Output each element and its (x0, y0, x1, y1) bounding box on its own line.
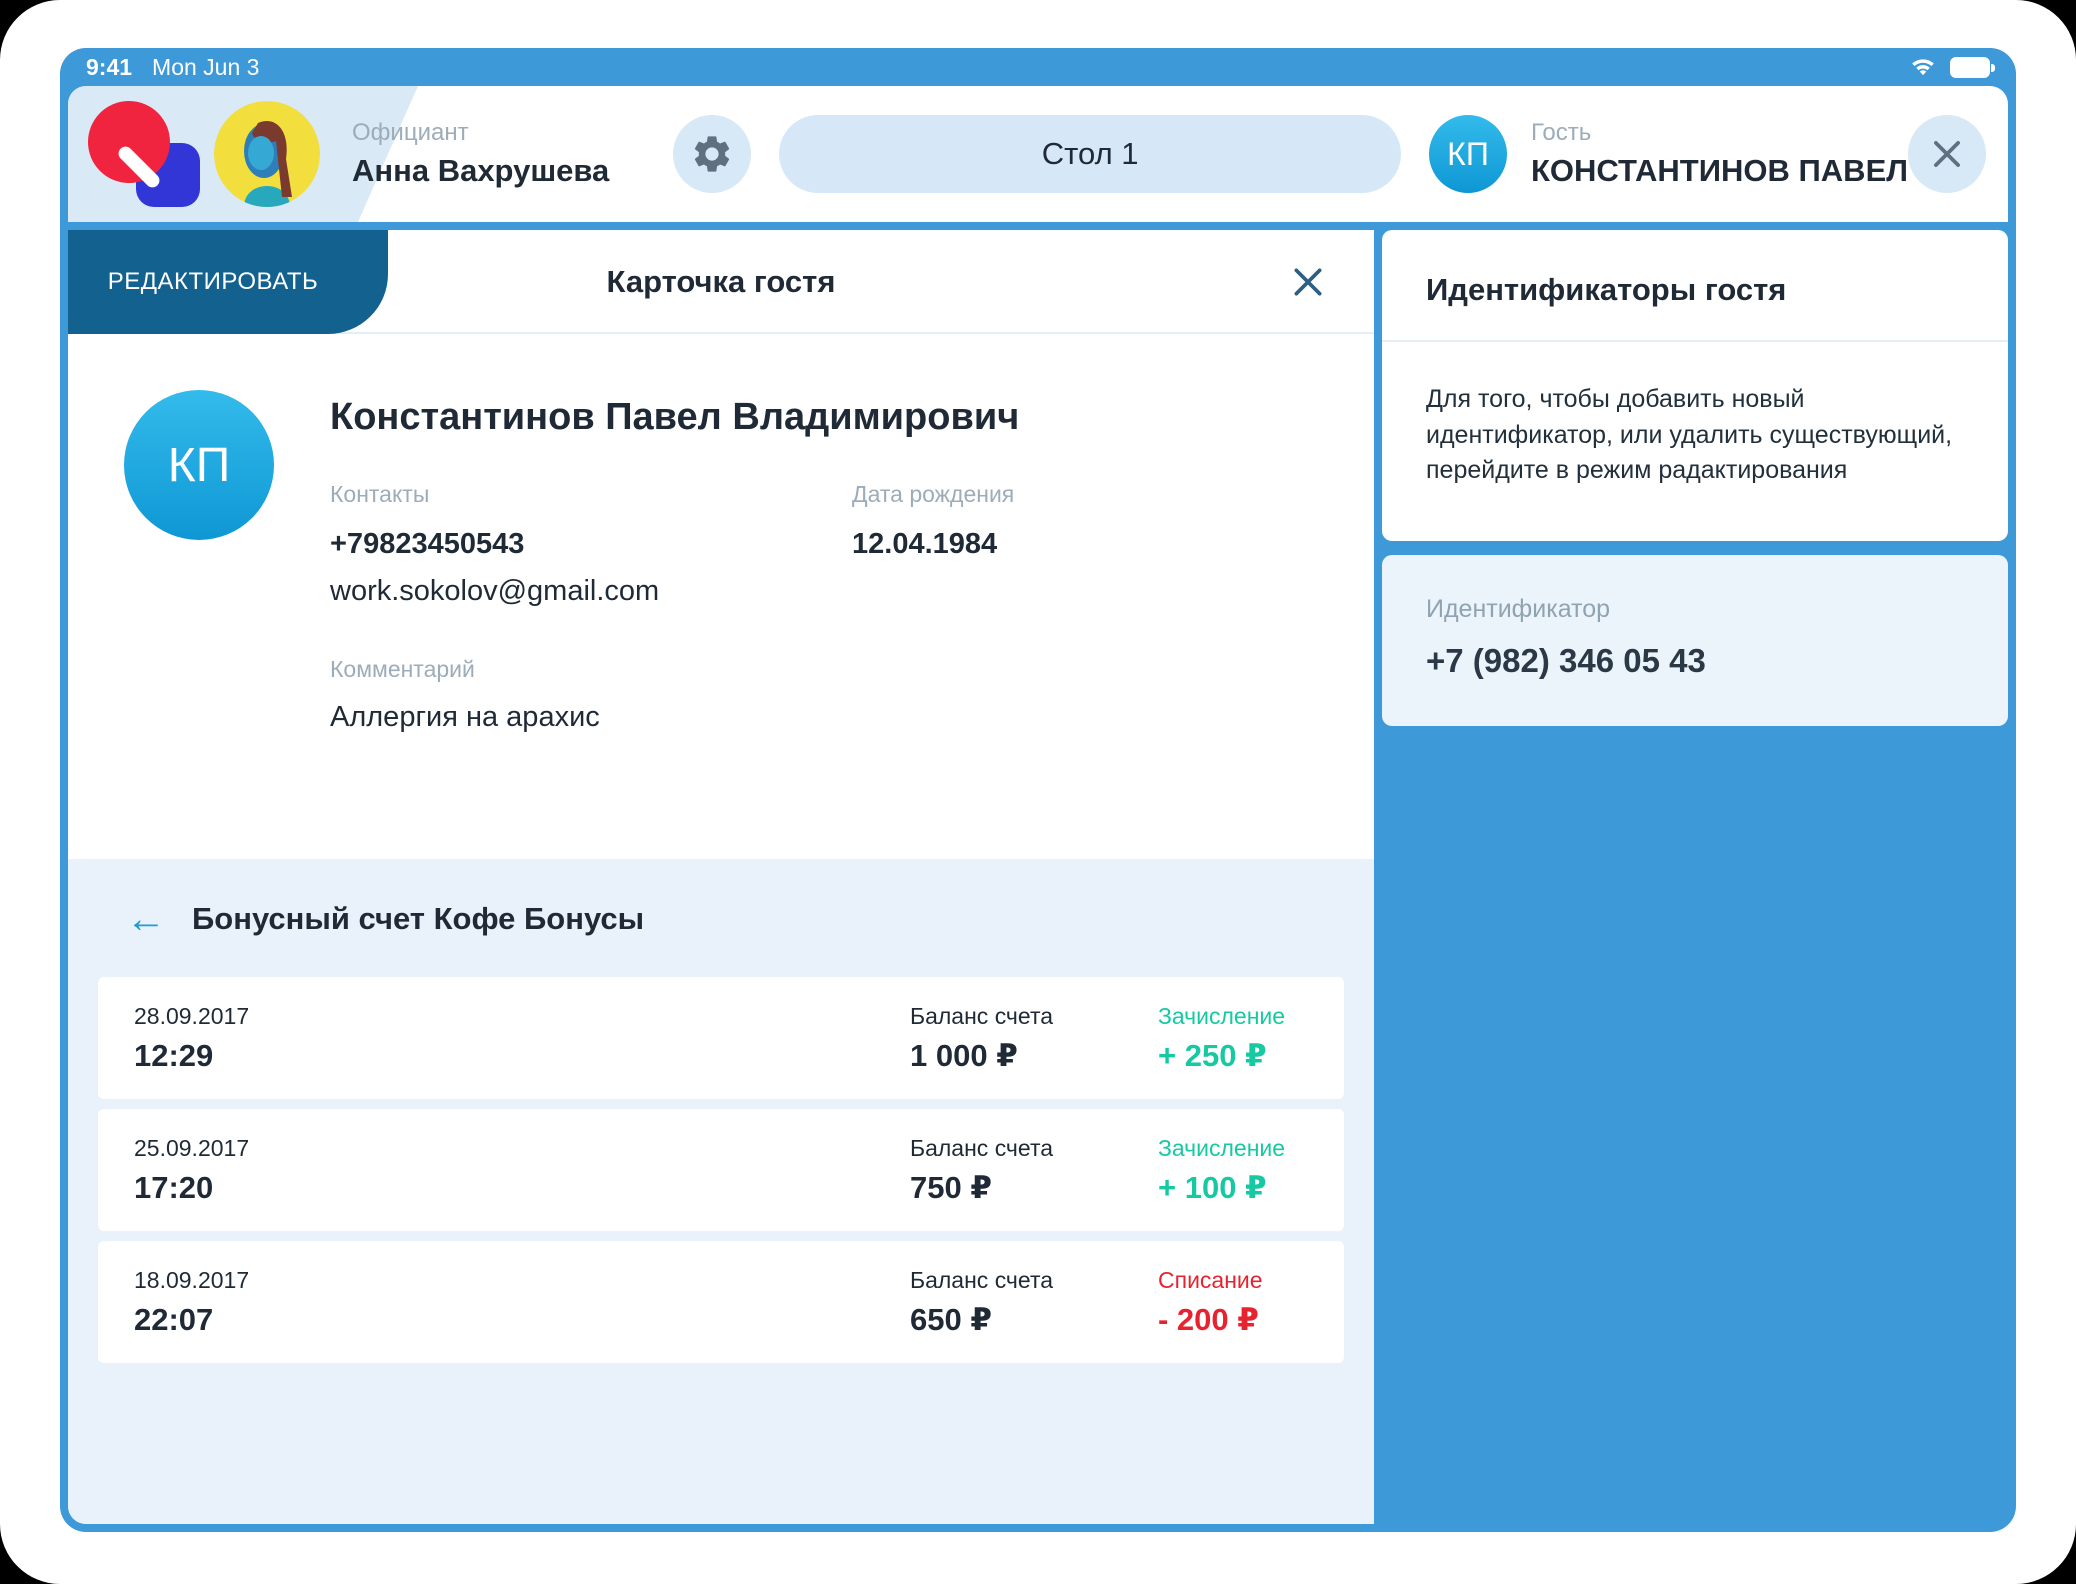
comment-label: Комментарий (330, 656, 1019, 683)
operation-label: Списание (1158, 1267, 1308, 1294)
transaction-time: 12:29 (134, 1038, 910, 1074)
identifier-label: Идентификатор (1426, 595, 1964, 624)
header-close-button[interactable] (1908, 115, 1986, 193)
birth-date-label: Дата рождения (852, 481, 1014, 508)
identifiers-card: Идентификаторы гостя Для того, чтобы доб… (1382, 230, 2008, 541)
gear-icon (690, 132, 734, 176)
balance-label: Баланс счета (910, 1003, 1158, 1030)
edit-button[interactable]: РЕДАКТИРОВАТЬ (68, 230, 388, 334)
identifier-value: +7 (982) 346 05 43 (1426, 642, 1964, 680)
settings-button[interactable] (673, 115, 751, 193)
guest-avatar[interactable]: КП (1429, 115, 1507, 193)
identifier-item[interactable]: Идентификатор +7 (982) 346 05 43 (1382, 555, 2008, 726)
close-icon (1288, 262, 1332, 302)
content-area: РЕДАКТИРОВАТЬ Карточка гостя КП Констант… (68, 230, 2008, 1524)
battery-icon (1950, 57, 1990, 78)
transaction-row[interactable]: 18.09.2017 22:07 Баланс счета 650 ₽ Спис… (98, 1241, 1344, 1363)
transaction-date: 25.09.2017 (134, 1135, 910, 1162)
header: Официант Анна Вахрушева Стол 1 КП Гость … (68, 86, 2008, 222)
logo-circle-shape (88, 101, 170, 183)
transaction-row[interactable]: 25.09.2017 17:20 Баланс счета 750 ₽ Зачи… (98, 1109, 1344, 1231)
guest-card-avatar: КП (124, 390, 274, 540)
identifiers-title: Идентификаторы гостя (1382, 230, 2008, 342)
guest-birth-date: 12.04.1984 (852, 528, 1014, 561)
guest-full-name: Константинов Павел Владимирович (330, 396, 1019, 439)
balance-label: Баланс счета (910, 1267, 1158, 1294)
transaction-row[interactable]: 28.09.2017 12:29 Баланс счета 1 000 ₽ За… (98, 977, 1344, 1099)
table-button[interactable]: Стол 1 (779, 115, 1401, 193)
guest-info: Гость КОНСТАНТИНОВ ПАВЕЛ (1531, 119, 1908, 189)
bonus-title: Бонусный счет Кофе Бонусы (192, 901, 644, 937)
app-window: 9:41 Mon Jun 3 (60, 48, 2016, 1532)
close-icon (1928, 135, 1966, 173)
guest-label: Гость (1531, 119, 1908, 147)
balance-value: 750 ₽ (910, 1170, 1158, 1206)
identifiers-description: Для того, чтобы добавить новый идентифик… (1382, 342, 2008, 541)
status-bar: 9:41 Mon Jun 3 (60, 48, 2016, 86)
guest-card-close-button[interactable] (1288, 260, 1332, 304)
wifi-icon (1908, 55, 1938, 79)
operation-label: Зачисление (1158, 1003, 1308, 1030)
guest-name: КОНСТАНТИНОВ ПАВЕЛ (1531, 153, 1908, 189)
guest-info-section: КП Константинов Павел Владимирович Конта… (68, 334, 1374, 859)
transaction-date: 28.09.2017 (134, 1003, 910, 1030)
operation-amount: + 250 ₽ (1158, 1038, 1308, 1074)
transaction-time: 22:07 (134, 1302, 910, 1338)
balance-value: 1 000 ₽ (910, 1038, 1158, 1074)
operation-label: Зачисление (1158, 1135, 1308, 1162)
bonus-section: ← Бонусный счет Кофе Бонусы 28.09.2017 1… (68, 859, 1374, 1524)
guest-email: work.sokolov@gmail.com (330, 575, 852, 608)
waiter-name: Анна Вахрушева (352, 153, 609, 189)
app-logo-icon[interactable] (88, 101, 200, 207)
identifiers-panel: Идентификаторы гостя Для того, чтобы доб… (1382, 230, 2008, 1524)
status-date: Mon Jun 3 (152, 54, 259, 81)
guest-card-header: РЕДАКТИРОВАТЬ Карточка гостя (68, 230, 1374, 334)
waiter-avatar[interactable] (214, 101, 320, 207)
operation-amount: + 100 ₽ (1158, 1170, 1308, 1206)
device-screen: 9:41 Mon Jun 3 (0, 0, 2076, 1584)
waiter-label: Официант (352, 119, 609, 147)
balance-label: Баланс счета (910, 1135, 1158, 1162)
guest-card-panel: РЕДАКТИРОВАТЬ Карточка гостя КП Констант… (68, 230, 1374, 1524)
transaction-date: 18.09.2017 (134, 1267, 910, 1294)
operation-amount: - 200 ₽ (1158, 1302, 1308, 1338)
transaction-time: 17:20 (134, 1170, 910, 1206)
guest-comment: Аллергия на арахис (330, 701, 1019, 734)
guest-phone: +79823450543 (330, 528, 852, 561)
status-time: 9:41 (86, 54, 132, 81)
bonus-transactions-list: 28.09.2017 12:29 Баланс счета 1 000 ₽ За… (98, 977, 1344, 1363)
contacts-label: Контакты (330, 481, 852, 508)
back-arrow-icon[interactable]: ← (126, 899, 166, 939)
waiter-info: Официант Анна Вахрушева (352, 119, 609, 189)
balance-value: 650 ₽ (910, 1302, 1158, 1338)
